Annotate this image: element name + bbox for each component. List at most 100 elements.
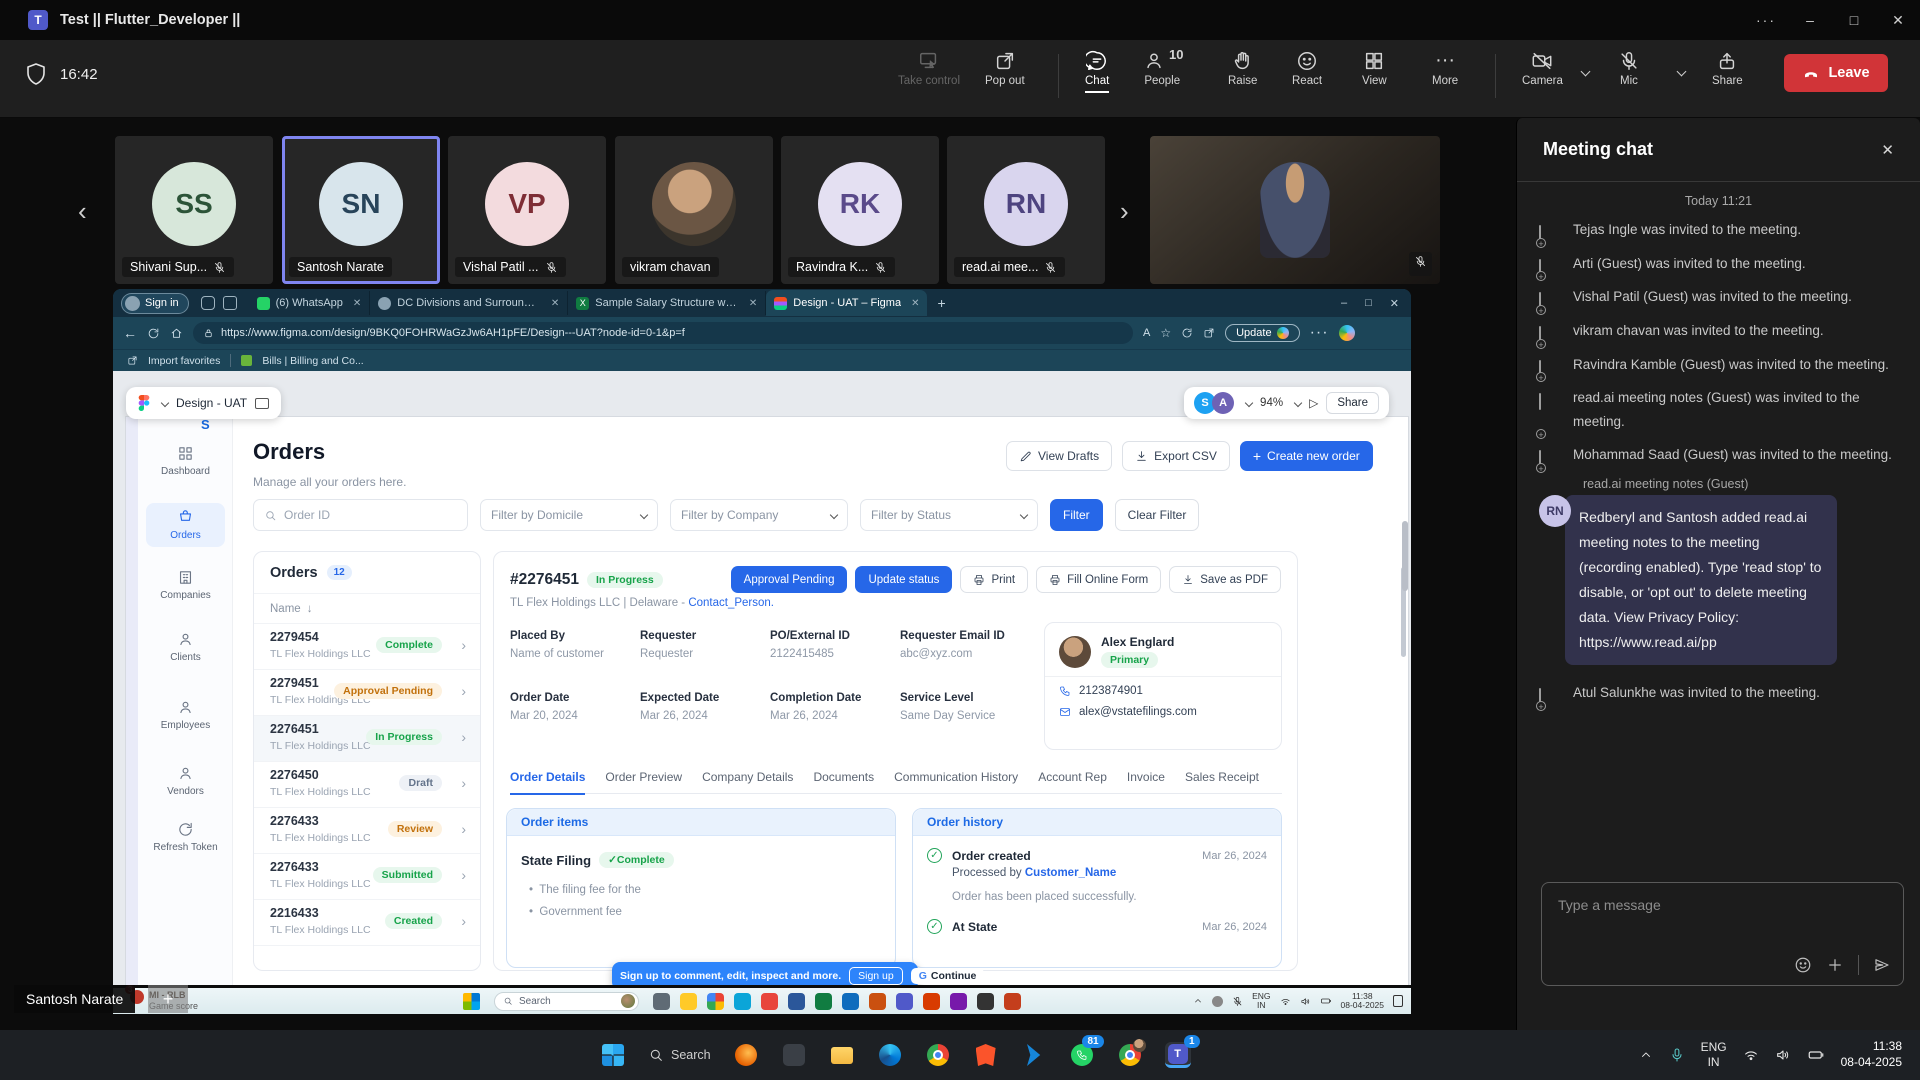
leave-button[interactable]: Leave bbox=[1784, 54, 1888, 92]
taskbar-search[interactable]: Search bbox=[648, 1042, 711, 1068]
raise-hand-button[interactable]: Raise bbox=[1228, 50, 1257, 87]
minimize-button[interactable]: – bbox=[1788, 0, 1832, 40]
tab-close-icon[interactable]: ✕ bbox=[353, 298, 361, 309]
taskbar-brave-icon[interactable] bbox=[973, 1042, 999, 1068]
taskbar-chrome-profile-icon[interactable] bbox=[1117, 1042, 1143, 1068]
shared-taskbar-app-icon[interactable] bbox=[653, 993, 670, 1010]
take-control-button[interactable]: Take control bbox=[898, 50, 960, 87]
browser-minimize[interactable]: – bbox=[1341, 297, 1347, 310]
mic-button[interactable]: Mic bbox=[1618, 50, 1640, 87]
video-tile[interactable]: VP Vishal Patil ... bbox=[448, 136, 606, 284]
shared-taskbar-app-icon[interactable] bbox=[707, 993, 724, 1010]
taskbar-explorer-icon[interactable] bbox=[829, 1042, 855, 1068]
print-button[interactable]: Print bbox=[960, 566, 1028, 593]
browser-maximize[interactable]: □ bbox=[1365, 297, 1372, 310]
browser-tab[interactable]: X Sample Salary Structure with calc✕ bbox=[568, 291, 766, 315]
emoji-icon[interactable] bbox=[1794, 956, 1812, 974]
export-csv-button[interactable]: Export CSV bbox=[1122, 441, 1230, 471]
shared-taskbar-app-icon[interactable] bbox=[815, 993, 832, 1010]
taskbar-app-icon[interactable] bbox=[781, 1042, 807, 1068]
attach-plus-icon[interactable] bbox=[1826, 956, 1844, 974]
shared-taskbar-app-icon[interactable] bbox=[842, 993, 859, 1010]
home-icon[interactable] bbox=[170, 327, 183, 340]
tab-actions-icon[interactable] bbox=[223, 296, 237, 310]
tiles-scroll-right[interactable]: › bbox=[1120, 196, 1129, 227]
browser-tab[interactable]: DC Divisions and Surroundings✕ bbox=[370, 291, 568, 315]
react-button[interactable]: React bbox=[1292, 50, 1322, 87]
shared-taskbar-app-icon[interactable] bbox=[734, 993, 751, 1010]
maximize-button[interactable]: □ bbox=[1832, 0, 1876, 40]
taskbar-teams-icon[interactable]: T 1 bbox=[1165, 1042, 1191, 1068]
view-drafts-button[interactable]: View Drafts bbox=[1006, 441, 1112, 471]
order-row[interactable]: 2276433TL Flex Holdings LLC Review› bbox=[254, 808, 480, 854]
browser-profile-avatar[interactable] bbox=[1339, 325, 1355, 341]
canvas-scrollbar[interactable] bbox=[1402, 521, 1408, 591]
order-row[interactable]: 2279451TL Flex Holdings LLC Approval Pen… bbox=[254, 670, 480, 716]
figma-file-name[interactable]: Design - UAT bbox=[176, 396, 247, 410]
volume-icon[interactable] bbox=[1775, 1047, 1791, 1063]
browser-tab[interactable]: (6) WhatsApp✕ bbox=[249, 291, 371, 315]
sidebar-item-refresh-token[interactable]: Refresh Token bbox=[146, 821, 225, 853]
chat-close-icon[interactable]: ✕ bbox=[1881, 141, 1894, 159]
view-button[interactable]: View bbox=[1362, 50, 1387, 87]
order-row-selected[interactable]: 2276451TL Flex Holdings LLC In Progress› bbox=[254, 716, 480, 762]
tab-order-details[interactable]: Order Details bbox=[510, 770, 585, 795]
video-tile[interactable]: RN read.ai mee... bbox=[947, 136, 1105, 284]
shared-language-indicator[interactable]: ENGIN bbox=[1252, 992, 1270, 1011]
tab-communication-history[interactable]: Communication History bbox=[894, 770, 1018, 784]
collaborator-avatar[interactable]: A bbox=[1212, 392, 1234, 414]
extensions-icon[interactable] bbox=[1181, 327, 1193, 339]
browser-menu-icon[interactable]: ··· bbox=[1310, 324, 1329, 342]
video-tile[interactable]: RK Ravindra K... bbox=[781, 136, 939, 284]
mic-dropdown-chevron[interactable] bbox=[1678, 62, 1685, 80]
tiles-scroll-left[interactable]: ‹ bbox=[78, 196, 87, 227]
browser-signin-button[interactable]: Sign in bbox=[121, 293, 189, 314]
favorites-star-icon[interactable]: ☆ bbox=[1160, 326, 1171, 340]
bookmark-item[interactable]: Import favorites bbox=[148, 355, 220, 367]
tab-close-icon[interactable]: ✕ bbox=[749, 298, 757, 309]
create-new-order-button[interactable]: +Create new order bbox=[1240, 441, 1373, 471]
shared-taskbar-app-icon[interactable] bbox=[761, 993, 778, 1010]
tray-mic-icon[interactable] bbox=[1669, 1047, 1685, 1063]
sidebar-item-clients[interactable]: Clients bbox=[146, 631, 225, 663]
sidebar-item-companies[interactable]: Companies bbox=[146, 569, 225, 601]
order-row[interactable]: 2279454TL Flex Holdings LLC Complete› bbox=[254, 624, 480, 670]
shared-notification-icon[interactable] bbox=[1393, 995, 1403, 1007]
video-tile[interactable]: SS Shivani Sup... bbox=[115, 136, 273, 284]
tab-sales-receipt[interactable]: Sales Receipt bbox=[1185, 770, 1259, 784]
shared-start-icon[interactable] bbox=[463, 993, 480, 1010]
sidebar-item-vendors[interactable]: Vendors bbox=[146, 765, 225, 797]
bookmark-item[interactable]: Bills | Billing and Co... bbox=[262, 355, 363, 367]
send-icon[interactable] bbox=[1873, 956, 1891, 974]
filter-status-select[interactable]: Filter by Status bbox=[860, 499, 1038, 531]
camera-button[interactable]: Camera bbox=[1522, 50, 1563, 87]
sidebar-item-employees[interactable]: Employees bbox=[146, 699, 225, 731]
clear-filter-button[interactable]: Clear Filter bbox=[1115, 499, 1200, 531]
people-button[interactable]: 10 People bbox=[1143, 50, 1181, 87]
processed-by-link[interactable]: Customer_Name bbox=[1025, 867, 1116, 879]
taskbar-whatsapp-icon[interactable]: 81 bbox=[1069, 1042, 1095, 1068]
tab-close-icon[interactable]: ✕ bbox=[551, 298, 559, 309]
order-row[interactable]: 2276433TL Flex Holdings LLC Submitted› bbox=[254, 854, 480, 900]
taskbar-chrome-icon[interactable] bbox=[925, 1042, 951, 1068]
pages-icon[interactable] bbox=[255, 398, 269, 409]
titlebar-more-icon[interactable]: ··· bbox=[1744, 0, 1788, 40]
video-tile[interactable]: SN Santosh Narate bbox=[282, 136, 440, 284]
taskbar-clock[interactable]: 11:3808-04-2025 bbox=[1841, 1039, 1902, 1070]
back-icon[interactable]: ← bbox=[123, 325, 137, 341]
tab-close-icon[interactable]: ✕ bbox=[911, 298, 919, 309]
share-button[interactable]: Share bbox=[1712, 50, 1743, 87]
chat-button[interactable]: Chat bbox=[1085, 50, 1109, 93]
browser-tab-active[interactable]: Design - UAT – Figma✕ bbox=[766, 290, 927, 316]
figma-share-button[interactable]: Share bbox=[1326, 392, 1379, 414]
language-indicator[interactable]: ENGIN bbox=[1701, 1040, 1727, 1070]
shared-tray-icon[interactable] bbox=[1212, 996, 1223, 1007]
sidebar-item-dashboard[interactable]: Dashboard bbox=[146, 445, 225, 477]
shared-taskbar-app-icon[interactable] bbox=[788, 993, 805, 1010]
video-tile-pinned[interactable] bbox=[1150, 136, 1440, 284]
collections-icon[interactable] bbox=[1203, 327, 1215, 339]
start-button[interactable] bbox=[600, 1042, 626, 1068]
zoom-level[interactable]: 94% bbox=[1260, 397, 1283, 409]
shared-mic-off-icon[interactable] bbox=[1232, 996, 1243, 1007]
update-status-button[interactable]: Update status bbox=[855, 566, 952, 593]
